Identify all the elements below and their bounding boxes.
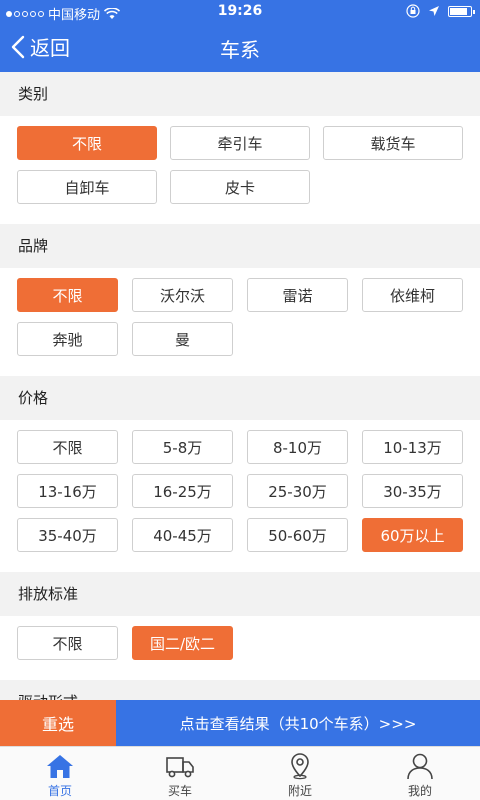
brand-option[interactable]: 曼 (132, 322, 233, 356)
battery-icon (448, 5, 475, 17)
brand-option[interactable]: 依维柯 (362, 278, 463, 312)
brand-option[interactable]: 奔驰 (17, 322, 118, 356)
filter-content[interactable]: 类别 不限 牵引车 载货车 自卸车 皮卡 品牌 不限 沃尔沃 雷诺 依维柯 奔驰… (0, 72, 480, 700)
location-arrow-icon (429, 6, 439, 16)
emission-options: 不限 国二/欧二 (0, 616, 480, 680)
price-options: 不限 5-8万 8-10万 10-13万 13-16万 16-25万 25-30… (0, 420, 480, 572)
location-pin-icon (291, 753, 309, 780)
tab-home-label: 首页 (47, 784, 72, 798)
status-right (406, 4, 475, 18)
emission-option[interactable]: 不限 (17, 626, 118, 660)
category-option[interactable]: 载货车 (323, 126, 463, 160)
category-options: 不限 牵引车 载货车 自卸车 皮卡 (0, 116, 480, 224)
brand-option[interactable]: 沃尔沃 (132, 278, 233, 312)
truck-icon (166, 757, 194, 778)
category-option[interactable]: 皮卡 (170, 170, 310, 204)
brand-option[interactable]: 雷诺 (247, 278, 348, 312)
emission-option[interactable]: 国二/欧二 (132, 626, 233, 660)
price-option[interactable]: 35-40万 (17, 518, 118, 552)
price-option[interactable]: 13-16万 (17, 474, 118, 508)
nav-bar: 返回 车系 (0, 24, 480, 72)
category-option[interactable]: 自卸车 (17, 170, 157, 204)
section-header-drive: 驱动形式 (0, 680, 480, 700)
tab-buy[interactable]: 买车 (120, 747, 240, 800)
brand-options: 不限 沃尔沃 雷诺 依维柯 奔驰 曼 (0, 268, 480, 376)
price-option[interactable]: 60万以上 (362, 518, 463, 552)
tab-nearby[interactable]: 附近 (240, 747, 360, 800)
home-icon (47, 755, 73, 778)
view-results-button[interactable]: 点击查看结果（共10个车系）>>> (116, 700, 480, 746)
tab-buy-label: 买车 (167, 784, 192, 798)
price-option[interactable]: 40-45万 (132, 518, 233, 552)
section-header-category: 类别 (0, 72, 480, 116)
brand-option[interactable]: 不限 (17, 278, 118, 312)
price-option[interactable]: 16-25万 (132, 474, 233, 508)
price-option[interactable]: 50-60万 (247, 518, 348, 552)
category-option[interactable]: 牵引车 (170, 126, 310, 160)
user-icon (407, 753, 433, 780)
tab-mine-label: 我的 (407, 784, 432, 798)
price-option[interactable]: 不限 (17, 430, 118, 464)
price-option[interactable]: 5-8万 (132, 430, 233, 464)
rotation-lock-icon (406, 4, 420, 18)
reset-button[interactable]: 重选 (0, 700, 116, 746)
section-header-emission: 排放标准 (0, 572, 480, 616)
section-header-price: 价格 (0, 376, 480, 420)
price-option[interactable]: 25-30万 (247, 474, 348, 508)
price-option[interactable]: 8-10万 (247, 430, 348, 464)
battery-level (450, 7, 467, 15)
tab-home[interactable]: 首页 (0, 747, 120, 800)
tab-nearby-label: 附近 (287, 784, 312, 798)
chevron-left-icon (11, 35, 25, 58)
action-bar: 重选 点击查看结果（共10个车系）>>> (0, 700, 480, 746)
status-bar: 中国移动 19:26 (0, 0, 480, 24)
back-button[interactable]: 返回 (10, 32, 70, 61)
tab-mine[interactable]: 我的 (360, 747, 480, 800)
tab-bar: 首页 买车 附近 我的 (0, 746, 480, 800)
category-option[interactable]: 不限 (17, 126, 157, 160)
price-option[interactable]: 30-35万 (362, 474, 463, 508)
price-option[interactable]: 10-13万 (362, 430, 463, 464)
back-label: 返回 (30, 36, 70, 60)
page-title: 车系 (220, 38, 260, 62)
section-header-brand: 品牌 (0, 224, 480, 268)
